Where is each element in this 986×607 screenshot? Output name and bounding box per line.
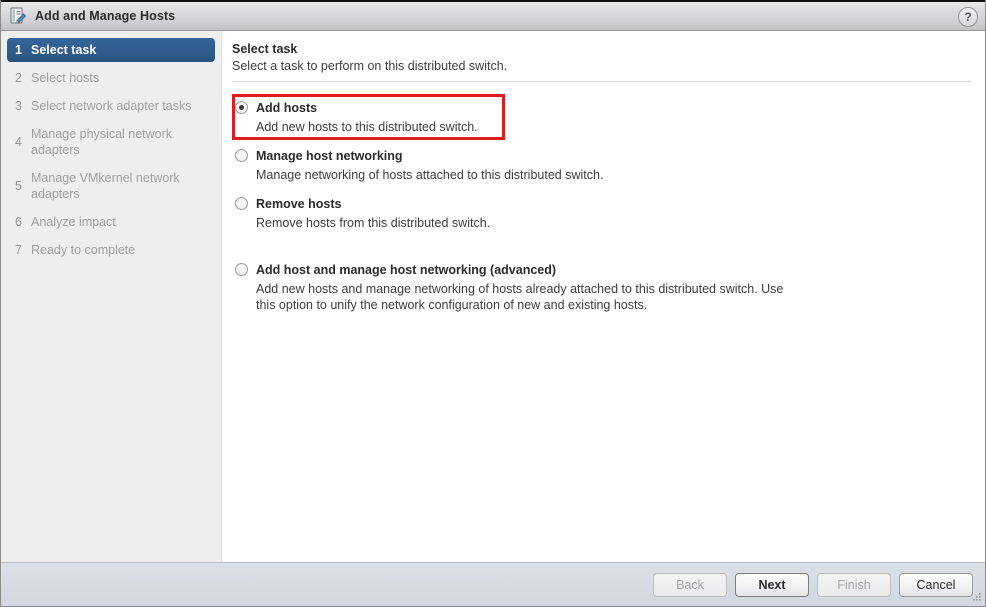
option-description: Remove hosts from this distributed switc… bbox=[256, 216, 491, 230]
step-number: 7 bbox=[15, 243, 22, 257]
option-description: Add new hosts and manage networking of h… bbox=[256, 282, 784, 312]
option-description: Manage networking of hosts attached to t… bbox=[256, 168, 604, 182]
dialog-titlebar: Add and Manage Hosts ? bbox=[1, 0, 985, 31]
step-label: Select task bbox=[31, 43, 97, 57]
step-label: Select hosts bbox=[31, 71, 100, 85]
option-add-host-and-manage-host-networking-advanced[interactable]: Add host and manage host networking (adv… bbox=[232, 258, 971, 316]
dialog-footer: Back Next Finish Cancel bbox=[1, 562, 985, 606]
option-add-hosts[interactable]: Add hosts Add new hosts to this distribu… bbox=[232, 96, 971, 138]
sidebar-step-manage-physical-network-adapters[interactable]: 4 Manage physical network adapters bbox=[7, 122, 215, 162]
dialog-title: Add and Manage Hosts bbox=[35, 9, 176, 23]
step-label: Manage VMkernel network adapters bbox=[31, 171, 180, 201]
task-option-group: Add hosts Add new hosts to this distribu… bbox=[232, 94, 971, 316]
step-number: 4 bbox=[15, 135, 22, 149]
sidebar-step-manage-vmkernel-network-adapters[interactable]: 5 Manage VMkernel network adapters bbox=[7, 166, 215, 206]
help-icon[interactable]: ? bbox=[958, 7, 978, 27]
add-and-manage-hosts-dialog: Add and Manage Hosts ? 1 Select task 2 S… bbox=[0, 0, 986, 607]
page-subtitle: Select a task to perform on this distrib… bbox=[232, 59, 508, 73]
option-label: Add hosts bbox=[256, 101, 318, 115]
page-title: Select task bbox=[232, 42, 298, 56]
sidebar-step-select-task[interactable]: 1 Select task bbox=[7, 38, 215, 62]
radio-manage-host-networking[interactable] bbox=[235, 149, 248, 162]
radio-remove-hosts[interactable] bbox=[235, 197, 248, 210]
step-number: 6 bbox=[15, 215, 22, 229]
step-label: Analyze impact bbox=[31, 215, 116, 229]
option-remove-hosts[interactable]: Remove hosts Remove hosts from this dist… bbox=[232, 192, 971, 234]
sidebar-step-ready-to-complete[interactable]: 7 Ready to complete bbox=[7, 238, 215, 262]
step-number: 5 bbox=[15, 179, 22, 193]
step-number: 3 bbox=[15, 99, 22, 113]
back-button[interactable]: Back bbox=[653, 572, 727, 597]
finish-button[interactable]: Finish bbox=[817, 572, 891, 597]
step-label: Select network adapter tasks bbox=[31, 99, 192, 113]
step-number: 1 bbox=[15, 43, 22, 57]
option-label: Add host and manage host networking (adv… bbox=[256, 263, 557, 277]
sidebar-step-select-network-adapter-tasks[interactable]: 3 Select network adapter tasks bbox=[7, 94, 215, 118]
next-button[interactable]: Next bbox=[735, 572, 809, 597]
dialog-body: 1 Select task 2 Select hosts 3 Select ne… bbox=[1, 31, 985, 562]
cancel-button[interactable]: Cancel bbox=[899, 572, 973, 597]
main-content: Select task Select a task to perform on … bbox=[222, 31, 985, 562]
header-divider bbox=[232, 81, 971, 82]
radio-add-host-and-manage-host-networking[interactable] bbox=[235, 263, 248, 276]
wizard-step-list: 1 Select task 2 Select hosts 3 Select ne… bbox=[1, 31, 222, 562]
option-description: Add new hosts to this distributed switch… bbox=[256, 120, 478, 134]
resize-grip[interactable] bbox=[970, 591, 982, 603]
sidebar-step-analyze-impact[interactable]: 6 Analyze impact bbox=[7, 210, 215, 234]
radio-add-hosts[interactable] bbox=[235, 101, 248, 114]
option-label: Manage host networking bbox=[256, 149, 403, 163]
sidebar-step-select-hosts[interactable]: 2 Select hosts bbox=[7, 66, 215, 90]
step-label: Ready to complete bbox=[31, 243, 136, 257]
manage-hosts-icon bbox=[9, 7, 27, 25]
step-number: 2 bbox=[15, 71, 22, 85]
option-manage-host-networking[interactable]: Manage host networking Manage networking… bbox=[232, 144, 971, 186]
step-label: Manage physical network adapters bbox=[31, 127, 173, 157]
option-label: Remove hosts bbox=[256, 197, 342, 211]
